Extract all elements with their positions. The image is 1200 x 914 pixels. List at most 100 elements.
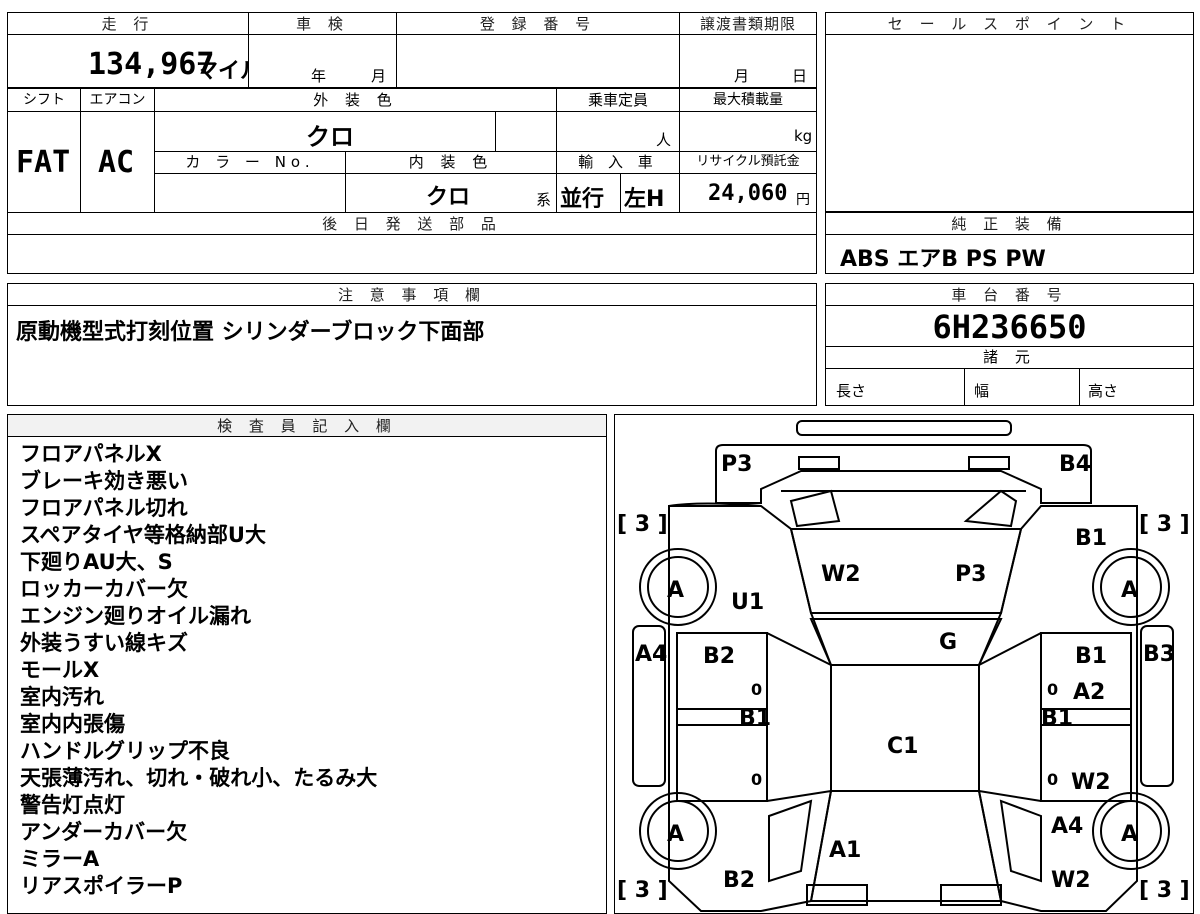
rear-side-left-label: A4 xyxy=(635,642,667,667)
sales-point-cell: セ ー ル ス ポ イ ン ト xyxy=(825,12,1194,212)
genuine-equipment-cell: 純 正 装 備 ABS エアB PS PW xyxy=(825,212,1194,274)
caution-cell: 注 意 事 項 欄 原動機型式打刻位置 シリンダーブロック下面部 xyxy=(7,283,817,406)
car-diagram-cell: [ 3 ] [ 3 ] [ 3 ] [ 3 ] A A A A P3 B4 U1… xyxy=(614,414,1194,914)
inspector-note: 外装うすい線キズ xyxy=(20,631,188,655)
inspector-note: 室内内張傷 xyxy=(20,712,125,736)
zero-mark-rl-top: 0 xyxy=(751,680,762,699)
inspector-note: ミラーA xyxy=(20,847,100,871)
zero-mark-rr-top: 0 xyxy=(1047,680,1058,699)
inspector-cell: 検 査 員 記 入 欄 フロアパネルX ブレーキ効き悪い フロアパネル切れスペアタイ… xyxy=(7,414,607,914)
width-label: 幅 xyxy=(974,382,990,400)
inspector-note: スペアタイヤ等格納部U大 xyxy=(20,523,266,547)
roof-label: G xyxy=(939,630,957,655)
transfer-header: 譲渡書類期限 xyxy=(680,13,816,35)
mileage-cell: 走 行 134,967 マイル xyxy=(7,12,262,88)
shaken-year: 年 xyxy=(311,67,327,85)
inspector-note: 天張薄汚れ、切れ・破れ小、たるみ大 xyxy=(20,766,378,790)
registration-cell: 登 録 番 号 xyxy=(396,12,680,88)
inspector-note: フロアパネルX xyxy=(20,442,162,466)
rear-left-label: P3 xyxy=(721,452,752,477)
tire-fr: A xyxy=(1121,578,1138,603)
spec-grid: シフト FAT エアコン AC 外 装 色 クロ 乗車定員 人 最大積載量 kg… xyxy=(7,88,817,213)
recycle-header: リサイクル預託金 xyxy=(696,154,800,169)
registration-header: 登 録 番 号 xyxy=(397,13,679,35)
color-no-header: カ ラ ー No. xyxy=(185,153,315,171)
ext-color-header: 外 装 色 xyxy=(313,91,398,109)
inspector-note: アンダーカバー欠 xyxy=(20,820,188,844)
hood-label: A1 xyxy=(829,838,861,863)
later-parts-cell: 後 日 発 送 部 品 xyxy=(7,212,817,274)
import-header: 輸 入 車 xyxy=(578,153,658,171)
shaken-cell: 車 検 年 月 xyxy=(248,12,397,88)
shift-header: シフト xyxy=(23,92,65,108)
pillar-right-label: B1 xyxy=(1041,706,1073,731)
later-parts-header: 後 日 発 送 部 品 xyxy=(8,213,816,235)
transfer-day: 日 xyxy=(792,67,808,85)
capacity-unit: 人 xyxy=(656,131,672,149)
shaken-month: 月 xyxy=(371,67,387,85)
height-label: 高さ xyxy=(1088,382,1119,400)
door-rl-label: B2 xyxy=(703,644,735,669)
door-fr-window-label: W2 xyxy=(1071,770,1111,795)
zero-mark-rr-bottom: 0 xyxy=(1047,770,1058,789)
length-label: 長さ xyxy=(836,382,867,400)
tread-front-right: [ 3 ] xyxy=(1139,512,1190,537)
import-value-2: 左H xyxy=(624,187,665,212)
tire-rl: A xyxy=(667,822,684,847)
recycle-value: 24,060 xyxy=(708,181,788,206)
max-load-header: 最大積載量 xyxy=(713,92,783,108)
inspector-note: フロアパネル切れ xyxy=(20,496,188,520)
max-load-unit: kg xyxy=(794,127,813,145)
front-right-label: W2 xyxy=(1051,868,1091,893)
inspector-notes: フロアパネルX ブレーキ効き悪い フロアパネル切れスペアタイヤ等格納部U大 下廻りAU… xyxy=(20,441,377,900)
chassis-cell: 車 台 番 号 6H236650 諸 元 長さ 幅 高さ xyxy=(825,283,1194,406)
shift-value: FAT xyxy=(16,145,71,180)
quarter-right-label: B1 xyxy=(1075,526,1107,551)
chassis-header: 車 台 番 号 xyxy=(826,284,1193,306)
int-color-value: クロ xyxy=(426,185,471,210)
inspector-note: ブレーキ効き悪い xyxy=(20,469,188,493)
rear-glass-right-label: P3 xyxy=(955,562,986,587)
tread-rear-left: [ 3 ] xyxy=(617,878,668,903)
rear-glass-left-label: W2 xyxy=(821,562,861,587)
shaken-header: 車 検 xyxy=(249,13,396,35)
inspector-note: エンジン廻りオイル漏れ xyxy=(20,604,251,628)
cabin-label: C1 xyxy=(887,734,918,759)
caution-header: 注 意 事 項 欄 xyxy=(8,284,816,306)
quarter-left-label: U1 xyxy=(731,590,764,615)
int-color-header: 内 装 色 xyxy=(408,153,494,171)
tire-fl: A xyxy=(667,578,684,603)
car-diagram: [ 3 ] [ 3 ] [ 3 ] [ 3 ] A A A A P3 B4 U1… xyxy=(617,420,1190,912)
inspector-note: 警告灯点灯 xyxy=(20,793,125,817)
front-right-side-label: A4 xyxy=(1051,814,1083,839)
inspector-note: ロッカーカバー欠 xyxy=(20,577,188,601)
genuine-equipment-header: 純 正 装 備 xyxy=(826,213,1193,235)
ac-value: AC xyxy=(98,145,135,180)
spec-header: 諸 元 xyxy=(983,348,1036,366)
inspector-note: 下廻りAU大、S xyxy=(20,550,173,574)
tread-rear-right: [ 3 ] xyxy=(1139,878,1190,903)
tire-rr: A xyxy=(1121,822,1138,847)
inspector-note: リアスポイラーP xyxy=(20,874,183,898)
inspector-header: 検 査 員 記 入 欄 xyxy=(8,415,606,437)
inspector-note: ハンドルグリップ不良 xyxy=(20,739,230,763)
int-color-suffix: 系 xyxy=(536,191,552,209)
inspector-note: 室内汚れ xyxy=(20,685,104,709)
sales-point-header: セ ー ル ス ポ イ ン ト xyxy=(826,13,1193,35)
transfer-month: 月 xyxy=(734,67,750,85)
mileage-header: 走 行 xyxy=(8,13,248,35)
import-value-1: 並行 xyxy=(560,187,605,212)
ext-color-value: クロ xyxy=(306,123,354,151)
chassis-number: 6H236650 xyxy=(932,308,1087,346)
inspector-note: モールX xyxy=(20,658,100,682)
pillar-left-label: B1 xyxy=(739,706,771,731)
tread-front-left: [ 3 ] xyxy=(617,512,668,537)
genuine-equipment-value: ABS エアB PS PW xyxy=(840,247,1046,272)
door-rr-label: B1 xyxy=(1075,644,1107,669)
rear-side-right-label: B3 xyxy=(1143,642,1175,667)
caution-text: 原動機型式打刻位置 シリンダーブロック下面部 xyxy=(16,320,485,345)
rear-right-label: B4 xyxy=(1059,452,1091,477)
zero-mark-rl-bottom: 0 xyxy=(751,770,762,789)
front-left-label: B2 xyxy=(723,868,755,893)
transfer-cell: 譲渡書類期限 月 日 xyxy=(679,12,817,88)
